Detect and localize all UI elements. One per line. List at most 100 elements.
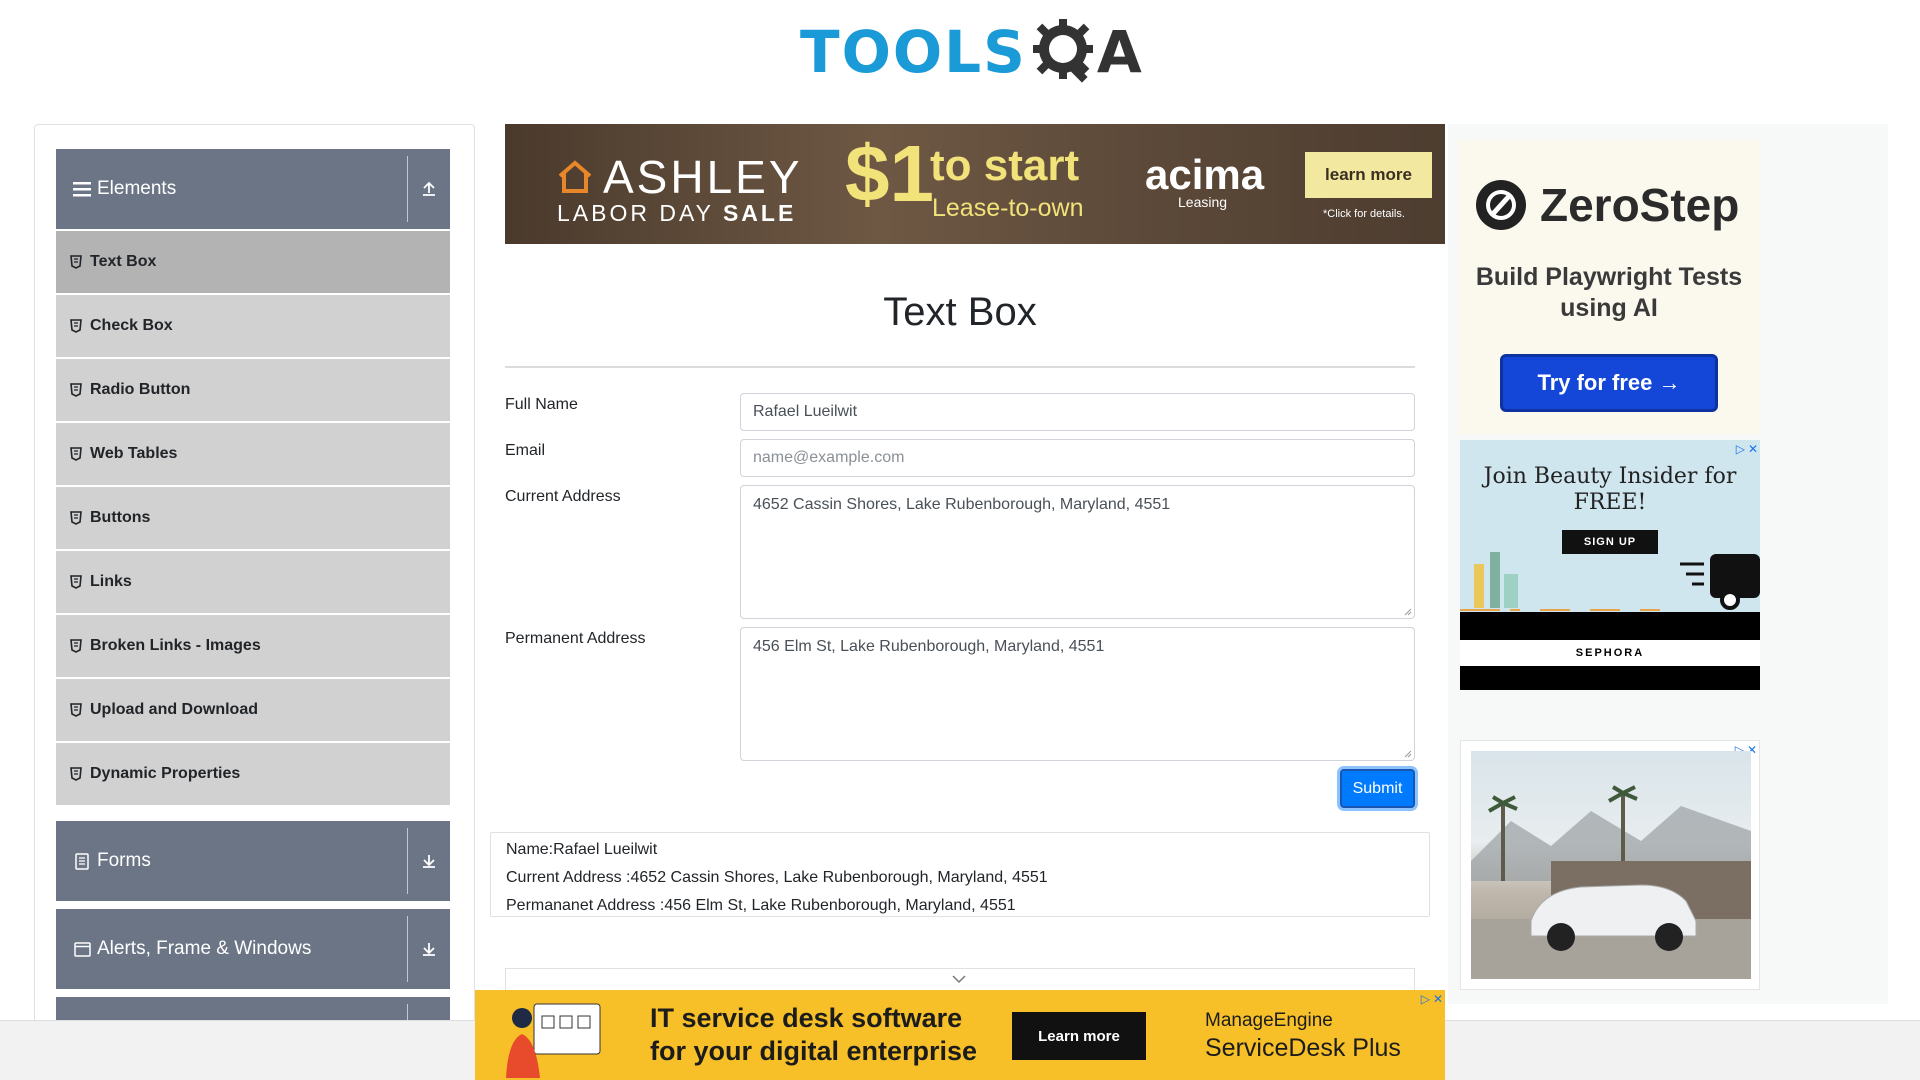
labor-day-text: LABOR DAY SALE: [557, 200, 797, 226]
dollar-text: $1: [845, 129, 934, 218]
group-label: Elements: [97, 178, 177, 199]
elements-menu: Text Box Check Box Radio Button Web Tables B…: [56, 231, 450, 807]
ad-choices[interactable]: ▷ ✕: [1421, 992, 1443, 1006]
sidebar-item[interactable]: Buttons: [56, 487, 450, 549]
zerostep-ad[interactable]: ZeroStep Build Playwright Tests using AI…: [1458, 140, 1760, 435]
servicedesk-ad[interactable]: ▷ ✕ IT service desk software for your di…: [475, 990, 1445, 1080]
output-name: Name:Rafael Lueilwit: [506, 841, 658, 858]
sidebar-item-label: Dynamic Properties: [90, 765, 241, 782]
badge-icon: [70, 575, 82, 589]
adchoices-icon[interactable]: ▷: [1421, 992, 1430, 1006]
sephora-ad[interactable]: ▷ ✕ Join Beauty Insider for FREE! SIGN U…: [1460, 440, 1760, 690]
header: TOOLS A: [0, 0, 1920, 110]
output-permanent-address: Permananet Address :456 Elm St, Lake Rub…: [506, 897, 1016, 914]
sidebar-item-label: Broken Links - Images: [90, 637, 261, 654]
full-name-input[interactable]: Rafael Lueilwit: [740, 393, 1415, 431]
sidebar-item-label: Links: [90, 573, 132, 590]
sidebar-item[interactable]: Upload and Download: [56, 679, 450, 741]
zerostep-logo-icon: [1476, 180, 1526, 230]
helpdesk-illustration: [506, 1003, 601, 1078]
badge-icon: [70, 639, 82, 653]
close-icon[interactable]: ✕: [1748, 442, 1758, 456]
sidebar-item-label: Text Box: [90, 253, 157, 270]
chevron-down-icon[interactable]: [951, 973, 967, 985]
resize-grip-icon[interactable]: [1404, 608, 1412, 616]
left-panel: Elements Text Box Check Box Radio Button We…: [34, 124, 475, 1024]
sidebar-item-label: Upload and Download: [90, 701, 258, 718]
email-label: Email: [505, 442, 546, 459]
sidebar-item-label: Check Box: [90, 317, 173, 334]
sidebar-item[interactable]: Web Tables: [56, 423, 450, 485]
acima-sub: Leasing: [1178, 194, 1228, 210]
email-input[interactable]: name@example.com: [740, 439, 1415, 477]
sidebar-item[interactable]: Broken Links - Images: [56, 615, 450, 677]
logo-a-text: A: [1096, 18, 1142, 86]
group-label: Forms: [97, 850, 151, 871]
group-forms[interactable]: Forms: [56, 821, 450, 901]
permanent-address-textarea[interactable]: 456 Elm St, Lake Rubenborough, Maryland,…: [740, 627, 1415, 761]
fine-print: *Click for details.: [1323, 208, 1405, 220]
sephora-title: Join Beauty Insider for FREE!: [1483, 464, 1737, 515]
group-alerts-frame-windows[interactable]: Alerts, Frame & Windows: [56, 909, 450, 989]
servicedesk-brand: ServiceDesk Plus: [1205, 1034, 1401, 1062]
group-elements[interactable]: Elements: [56, 149, 450, 229]
close-icon[interactable]: ✕: [1433, 992, 1443, 1006]
lease-text: Lease-to-own: [932, 194, 1084, 222]
manageengine-brand: ManageEngine: [1205, 1010, 1333, 1031]
logo-tools-text: TOOLS: [800, 18, 1027, 86]
car-photo: [1471, 751, 1751, 979]
car-ad[interactable]: ▷ ✕: [1460, 740, 1760, 990]
acima-logo: acima: [1145, 151, 1265, 198]
badge-icon: [70, 383, 82, 397]
window-icon: [71, 941, 93, 957]
learn-more-button[interactable]: Learn more: [1012, 1012, 1146, 1060]
learn-more-button[interactable]: learn more: [1305, 152, 1432, 198]
output-current-address: Current Address :4652 Cassin Shores, Lak…: [506, 869, 1048, 886]
makeup-illustration: [1460, 552, 1760, 611]
house-icon: [558, 160, 592, 193]
submit-button[interactable]: Submit: [1340, 769, 1415, 808]
adchoices-icon[interactable]: ▷: [1736, 442, 1745, 456]
arrow-down-icon[interactable]: [408, 853, 450, 869]
hamburger-icon: [71, 181, 93, 197]
sidebar-item[interactable]: Dynamic Properties: [56, 743, 450, 805]
sidebar-item-label: Buttons: [90, 509, 151, 526]
full-name-label: Full Name: [505, 396, 578, 413]
badge-icon: [70, 767, 82, 781]
badge-icon: [70, 511, 82, 525]
document-icon: [71, 852, 93, 870]
current-address-textarea[interactable]: 4652 Cassin Shores, Lake Rubenborough, M…: [740, 485, 1415, 619]
page-title: Text Box: [883, 290, 1037, 334]
sephora-brand: SEPHORA: [1460, 640, 1760, 666]
resize-grip-icon[interactable]: [1404, 750, 1412, 758]
ashley-banner-ad[interactable]: ASHLEY LABOR DAY SALE $1 to start Lease-…: [505, 124, 1445, 244]
gear-icon: [1032, 19, 1093, 83]
permanent-address-value: 456 Elm St, Lake Rubenborough, Maryland,…: [753, 638, 1105, 655]
current-address-label: Current Address: [505, 488, 621, 505]
sidebar-item[interactable]: Text Box: [56, 231, 450, 293]
badge-icon: [70, 255, 82, 269]
title-divider: [505, 366, 1415, 368]
sidebar-item[interactable]: Check Box: [56, 295, 450, 357]
sidebar-item-label: Web Tables: [90, 445, 178, 462]
sidebar-item[interactable]: Links: [56, 551, 450, 613]
sidebar-item[interactable]: Radio Button: [56, 359, 450, 421]
sidebar-item-label: Radio Button: [90, 381, 191, 398]
zerostep-brand: ZeroStep: [1474, 178, 1739, 232]
ashley-text: ASHLEY: [603, 151, 803, 203]
zerostep-tagline: Build Playwright Tests using AI: [1475, 263, 1743, 322]
toolsqa-logo[interactable]: TOOLS A: [800, 12, 1142, 92]
ad-headline: IT service desk software for your digita…: [650, 1003, 978, 1066]
ashley-logo: ASHLEY: [557, 150, 803, 204]
try-for-free-button[interactable]: Try for free →: [1500, 354, 1718, 412]
permanent-address-label: Permanent Address: [505, 630, 646, 647]
to-start-text: to start: [930, 141, 1080, 190]
current-address-value: 4652 Cassin Shores, Lake Rubenborough, M…: [753, 496, 1171, 513]
output-box: Name:Rafael Lueilwit Current Address :46…: [490, 832, 1430, 917]
arrow-down-icon[interactable]: [408, 941, 450, 957]
ad-choices[interactable]: ▷ ✕: [1736, 442, 1758, 456]
badge-icon: [70, 703, 82, 717]
group-label: Alerts, Frame & Windows: [97, 938, 312, 959]
collapsed-panel: [505, 968, 1415, 990]
arrow-up-icon[interactable]: [408, 181, 450, 197]
